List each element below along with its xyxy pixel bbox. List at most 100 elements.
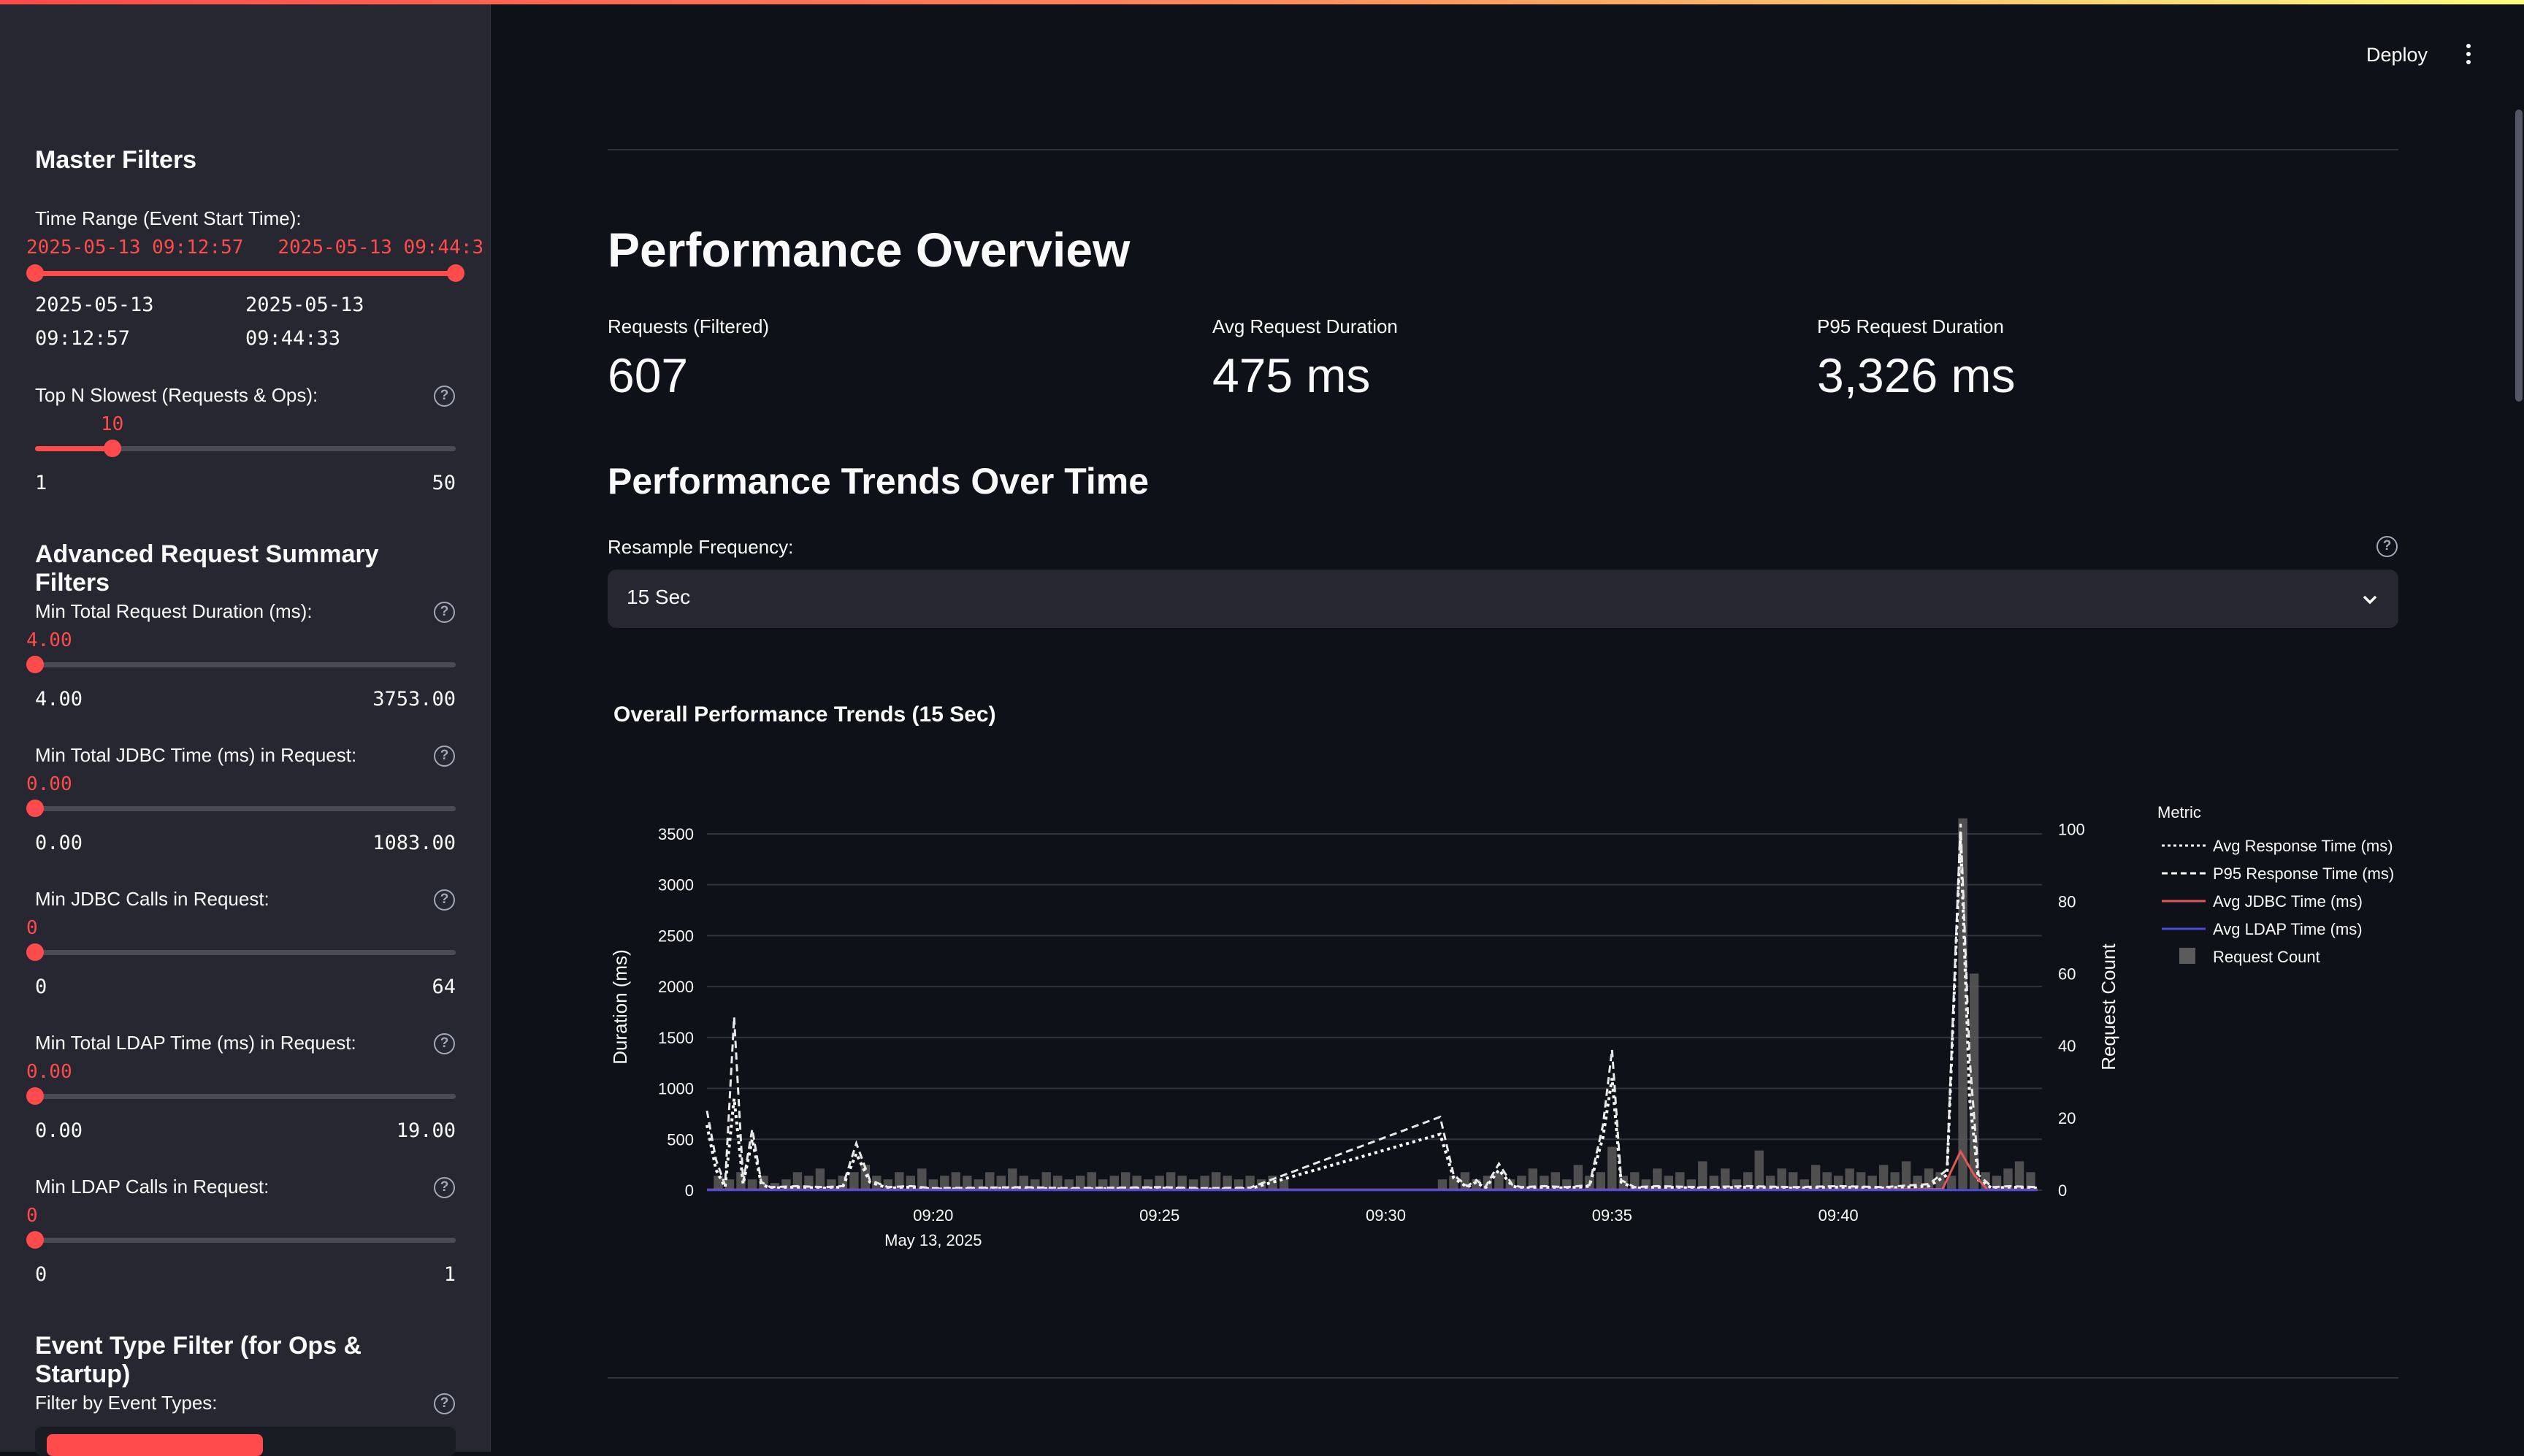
min-jdbc-time-thumb[interactable]: [26, 800, 44, 817]
top-decoration-bar: [0, 0, 2524, 4]
resample-value: 15 Sec: [627, 586, 691, 608]
request-count-bar: [1754, 1150, 1764, 1190]
y-tick-label: 500: [667, 1130, 694, 1149]
request-count-bar: [1437, 1179, 1448, 1190]
series-line-p95-response-time-ms: [705, 823, 2038, 1189]
y-tick-label: 2500: [658, 927, 694, 945]
min-total-duration-thumb[interactable]: [26, 656, 44, 673]
min-jdbc-time-label: Min Total JDBC Time (ms) in Request:: [35, 744, 357, 766]
deploy-button[interactable]: Deploy: [2366, 44, 2428, 66]
y2-tick-label: 0: [2058, 1181, 2067, 1200]
metric-value-avg-duration: 475 ms: [1212, 348, 1371, 402]
request-count-bar: [1596, 1172, 1606, 1190]
y2-tick-label: 100: [2058, 821, 2085, 839]
metric-label-avg-duration: Avg Request Duration: [1212, 315, 1398, 337]
time-range-max-date: 2025-05-13: [245, 294, 364, 316]
request-count-bar: [1698, 1161, 1707, 1190]
min-jdbc-time-value: 0.00: [26, 773, 72, 795]
x-tick-label: 09:40: [1819, 1206, 1859, 1225]
request-count-bar: [1494, 1172, 1504, 1190]
min-jdbc-time-track[interactable]: [35, 806, 456, 811]
divider: [608, 149, 2398, 150]
min-ldap-time-track[interactable]: [35, 1094, 456, 1099]
top-n-value: 10: [101, 413, 124, 435]
help-icon[interactable]: ?: [434, 1393, 455, 1414]
min-ldap-time-max: 19.00: [396, 1119, 456, 1142]
help-icon[interactable]: ?: [2376, 536, 2398, 557]
min-ldap-calls-max: 1: [443, 1263, 456, 1286]
event-type-title: Event Type Filter (for Ops & Startup): [35, 1332, 362, 1388]
legend-entry: Avg Response Time (ms): [2213, 837, 2393, 855]
resample-select[interactable]: 15 Sec: [608, 570, 2398, 628]
min-total-duration-label: Min Total Request Duration (ms):: [35, 600, 313, 622]
x-tick-label: 09:20: [913, 1206, 953, 1225]
y-tick-label: 1500: [658, 1029, 694, 1047]
legend-entry: Request Count: [2213, 948, 2320, 966]
y-tick-label: 2000: [658, 978, 694, 996]
legend-entry: P95 Response Time (ms): [2213, 865, 2394, 883]
event-type-tag[interactable]: [47, 1434, 263, 1456]
y2-tick-label: 20: [2058, 1109, 2076, 1127]
legend-entry: Avg JDBC Time (ms): [2213, 892, 2363, 911]
advanced-filters-title: Advanced Request Summary Filters: [35, 540, 379, 597]
top-n-label: Top N Slowest (Requests & Ops):: [35, 384, 318, 406]
x-tick-label: 09:35: [1592, 1206, 1632, 1225]
time-range-start-thumb[interactable]: [26, 264, 44, 282]
legend-entry: Avg LDAP Time (ms): [2213, 920, 2363, 938]
y-axis-title: Duration (ms): [609, 949, 631, 1064]
time-range-min-time: 09:12:57: [35, 327, 131, 350]
min-jdbc-calls-track[interactable]: [35, 950, 456, 955]
top-n-fill: [35, 446, 112, 451]
min-ldap-time-label: Min Total LDAP Time (ms) in Request:: [35, 1032, 356, 1054]
request-count-bar: [1607, 1146, 1617, 1190]
min-ldap-time-value: 0.00: [26, 1061, 72, 1083]
metric-label-p95-duration: P95 Request Duration: [1817, 315, 2004, 337]
y2-tick-label: 40: [2058, 1037, 2076, 1055]
legend-title: Metric: [2157, 803, 2201, 821]
min-ldap-calls-value: 0: [26, 1205, 38, 1227]
performance-chart[interactable]: 0 500 1000 1500 2000 2500 3000 3500 0 20 40 60 80 100…: [599, 774, 2410, 1263]
time-range-label: Time Range (Event Start Time):: [35, 207, 302, 229]
request-count-bar: [849, 1172, 859, 1190]
x-tick-sublabel: May 13, 2025: [884, 1231, 982, 1249]
master-filters-title: Master Filters: [35, 146, 197, 174]
min-jdbc-calls-max: 64: [432, 976, 456, 998]
metric-value-requests: 607: [608, 348, 689, 402]
min-ldap-time-thumb[interactable]: [26, 1087, 44, 1105]
help-icon[interactable]: ?: [434, 889, 455, 911]
y-tick-label: 1000: [658, 1080, 694, 1098]
help-icon[interactable]: ?: [434, 1177, 455, 1198]
min-total-duration-track[interactable]: [35, 662, 456, 667]
min-jdbc-time-max: 1083.00: [372, 832, 456, 854]
help-icon[interactable]: ?: [434, 386, 455, 407]
event-type-label: Filter by Event Types:: [35, 1392, 218, 1414]
y-tick-label: 0: [685, 1181, 694, 1200]
time-range-fill: [35, 271, 456, 276]
chevron-down-icon: [2363, 595, 2377, 605]
time-range-end-thumb[interactable]: [447, 264, 464, 282]
min-ldap-calls-track[interactable]: [35, 1238, 456, 1243]
event-type-multiselect[interactable]: [35, 1427, 456, 1456]
main-menu-icon[interactable]: [2460, 41, 2477, 67]
sidebar: Master Filters Time Range (Event Start T…: [0, 0, 491, 1456]
min-ldap-calls-thumb[interactable]: [26, 1231, 44, 1249]
page-title: Performance Overview: [608, 223, 1131, 277]
top-n-thumb[interactable]: [104, 440, 121, 457]
x-tick-label: 09:25: [1139, 1206, 1179, 1225]
help-icon[interactable]: ?: [434, 746, 455, 767]
min-jdbc-calls-value: 0: [26, 917, 38, 939]
help-icon[interactable]: ?: [434, 602, 455, 623]
request-count-bar: [1732, 1179, 1741, 1190]
min-total-duration-max: 3753.00: [372, 688, 456, 710]
y2-tick-label: 60: [2058, 965, 2076, 983]
divider: [608, 1377, 2398, 1379]
chart-title: Overall Performance Trends (15 Sec): [613, 702, 996, 727]
min-jdbc-calls-thumb[interactable]: [26, 943, 44, 961]
min-total-duration-value: 4.00: [26, 629, 72, 651]
series-line-avg-response-time-ms: [705, 833, 2038, 1192]
help-icon[interactable]: ?: [434, 1033, 455, 1054]
page-scrollbar[interactable]: [2515, 110, 2523, 402]
time-range-max-time: 09:44:33: [245, 327, 341, 350]
min-ldap-calls-label: Min LDAP Calls in Request:: [35, 1176, 269, 1198]
legend-swatch: [2179, 948, 2195, 964]
